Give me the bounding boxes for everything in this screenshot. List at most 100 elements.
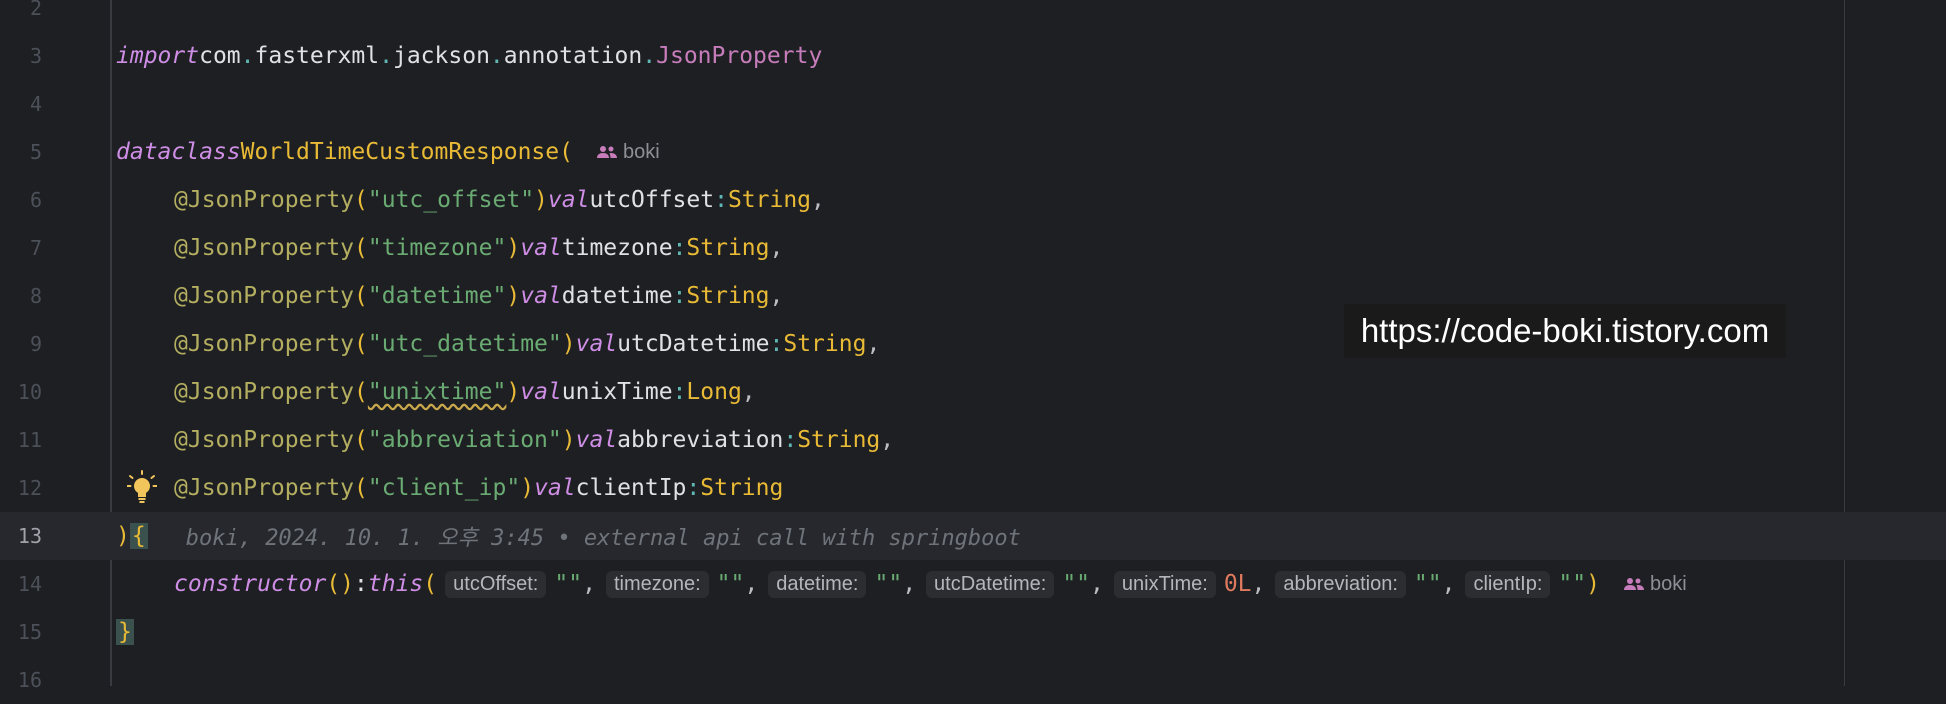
close-paren: ): [1586, 571, 1600, 597]
people-icon: [596, 146, 617, 158]
property-name: abbreviation: [617, 427, 784, 453]
class-keyword: class: [171, 139, 241, 165]
code-line[interactable]: 7 @JsonProperty("timezone") val timezone…: [0, 224, 1946, 272]
watermark-url: https://code-boki.tistory.com: [1344, 304, 1786, 358]
annotation: @JsonProperty: [174, 379, 355, 405]
annotation: @JsonProperty: [174, 283, 355, 309]
json-key-string: "timezone": [367, 235, 507, 261]
parameter-hint: unixTime:: [1113, 570, 1216, 598]
code-vision-author[interactable]: boki: [1623, 572, 1687, 596]
property-declaration: @JsonProperty("utc_datetime") val utcDat…: [174, 331, 881, 357]
argument-value: "": [716, 571, 745, 597]
argument-value: "": [874, 571, 903, 597]
val-keyword: val: [520, 379, 562, 405]
code-line[interactable]: 12 @JsonProperty("client_ip") val client…: [0, 464, 1946, 512]
separator: ,: [880, 427, 895, 453]
code-line[interactable]: 15 }: [0, 608, 1946, 656]
line-number: 11: [17, 428, 42, 452]
code-line[interactable]: 2: [0, 0, 1946, 32]
json-key-string: "client_ip": [367, 475, 521, 501]
argument-value: "": [554, 571, 583, 597]
property-name: utcOffset: [589, 187, 715, 213]
code-line[interactable]: 4: [0, 80, 1946, 128]
json-key-string: "utc_offset": [367, 187, 535, 213]
parameter-hint: clientIp:: [1465, 570, 1551, 598]
import-keyword: import: [116, 43, 200, 69]
code-line[interactable]: 5 data class WorldTimeCustomResponse(bok…: [0, 128, 1946, 176]
separator: ,: [744, 571, 759, 597]
separator: ,: [582, 571, 596, 597]
parameter-hint: utcOffset:: [445, 570, 547, 598]
argument-value: "": [1558, 571, 1587, 597]
property-declaration: @JsonProperty("unixtime") val unixTime: …: [174, 379, 756, 405]
code-vision-author[interactable]: boki: [596, 140, 660, 164]
lightbulb-icon[interactable]: [127, 470, 157, 506]
separator: ,: [1251, 571, 1266, 597]
separator: ,: [769, 235, 784, 261]
property-declaration: @JsonProperty("datetime") val datetime: …: [174, 283, 784, 309]
parameter-hint: abbreviation:: [1275, 570, 1406, 598]
separator: ,: [866, 331, 881, 357]
parameter-hint: timezone:: [605, 570, 709, 598]
line-number: 8: [29, 284, 42, 308]
code-line[interactable]: 6 @JsonProperty("utc_offset") val utcOff…: [0, 176, 1946, 224]
val-keyword: val: [520, 235, 562, 261]
line-number: 4: [29, 92, 42, 116]
argument-value: "": [1062, 571, 1091, 597]
property-name: unixTime: [561, 379, 673, 405]
parameter-hint: datetime:: [768, 570, 867, 598]
line-number: 7: [29, 236, 42, 260]
author-name: boki: [622, 140, 660, 163]
line-number: 5: [29, 140, 42, 164]
import-statement: import com. fasterxml. jackson. annotation.…: [116, 43, 823, 69]
line-number: 6: [29, 188, 42, 212]
json-key-string: "abbreviation": [367, 427, 562, 453]
json-key-string: "unixtime": [367, 379, 507, 405]
imported-class: JsonProperty: [656, 43, 823, 69]
author-name: boki: [1649, 572, 1687, 595]
class-declaration: data class WorldTimeCustomResponse(boki: [116, 139, 660, 165]
code-line[interactable]: 11 @JsonProperty("abbreviation") val abb…: [0, 416, 1946, 464]
property-type: String: [686, 235, 770, 261]
package-segment: annotation: [503, 43, 643, 69]
line-number: 14: [17, 572, 42, 596]
line-number: 15: [17, 620, 42, 644]
property-name: utcDatetime: [617, 331, 770, 357]
separator: ,: [902, 571, 917, 597]
property-type: String: [797, 427, 881, 453]
code-line[interactable]: 14 constructor() : this(utcOffset: "", tim…: [0, 560, 1946, 608]
property-declaration: @JsonProperty("timezone") val timezone: …: [174, 235, 784, 261]
val-keyword: val: [575, 427, 618, 453]
separator: ,: [1090, 571, 1104, 597]
class-body-close: }: [116, 619, 134, 645]
package-segment: fasterxml: [254, 43, 380, 69]
property-type: Long: [686, 379, 742, 405]
property-type: String: [727, 187, 812, 213]
property-type: String: [700, 475, 784, 501]
code-line[interactable]: 10 @JsonProperty("unixtime") val unixTim…: [0, 368, 1946, 416]
code-line[interactable]: 16: [0, 656, 1946, 704]
property-declaration: @JsonProperty("abbreviation") val abbrev…: [174, 427, 895, 453]
constructor-keyword: constructor: [174, 571, 327, 597]
code-line[interactable]: 3 import com. fasterxml. jackson. annotatio…: [0, 32, 1946, 80]
line-number: 3: [29, 44, 42, 68]
val-keyword: val: [575, 331, 618, 357]
data-keyword: data: [116, 139, 172, 165]
property-declaration: @JsonProperty("utc_offset") val utcOffse…: [174, 187, 825, 213]
line-number: 16: [17, 668, 42, 692]
line-number: 12: [17, 476, 42, 500]
json-key-string: "datetime": [367, 283, 507, 309]
matched-open-brace: {: [129, 523, 148, 549]
matched-close-brace: }: [116, 619, 134, 645]
argument-value: 0L: [1223, 571, 1252, 597]
property-type: String: [783, 331, 867, 357]
property-name: datetime: [561, 283, 673, 309]
current-code-line[interactable]: 13 ) {boki, 2024. 10. 1. 오후 3:45 • exter…: [0, 512, 1946, 560]
separator: ,: [741, 379, 756, 405]
separator: ,: [769, 283, 784, 309]
close-paren: ): [116, 523, 130, 549]
property-name: clientIp: [575, 475, 687, 501]
argument-value: "": [1413, 571, 1442, 597]
separator: ,: [811, 187, 825, 213]
class-body-open: ) {boki, 2024. 10. 1. 오후 3:45 • external…: [116, 520, 1021, 552]
